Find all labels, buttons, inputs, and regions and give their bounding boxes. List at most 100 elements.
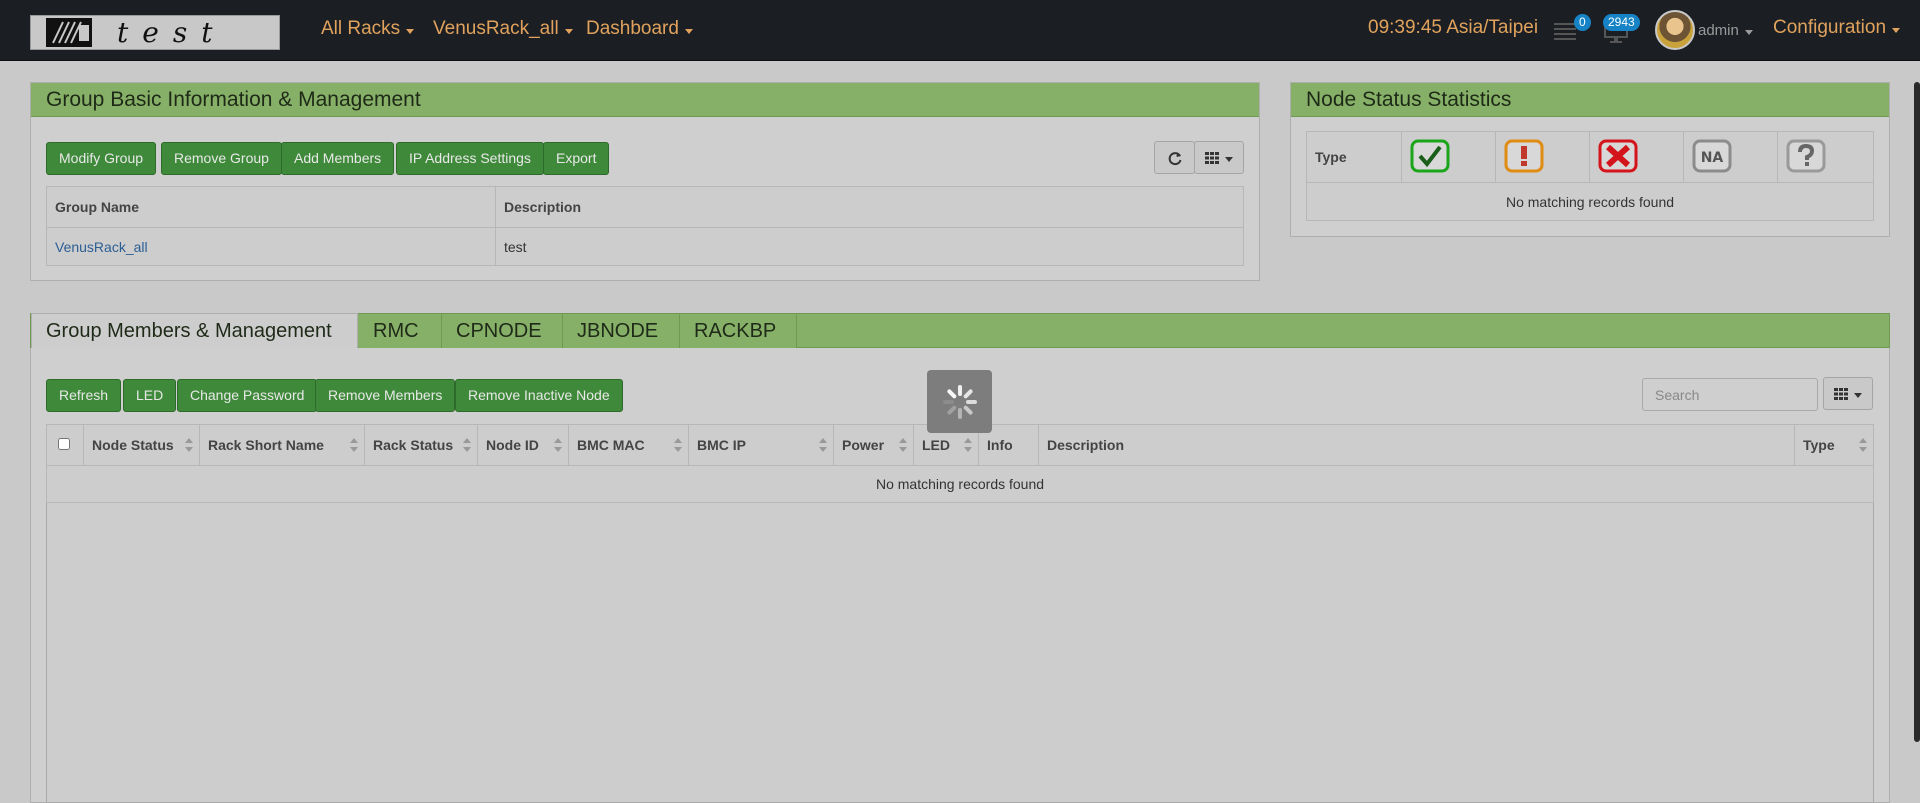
columns-toggle-button[interactable] bbox=[1194, 141, 1244, 174]
nav-dashboard-label: Dashboard bbox=[586, 18, 679, 39]
group-table: Group Name Description VenusRack_all tes… bbox=[46, 186, 1244, 266]
type-label: Type bbox=[1306, 131, 1402, 183]
status-error-cell bbox=[1589, 131, 1684, 183]
sort-icon bbox=[674, 438, 682, 452]
nav-venusrack[interactable]: VenusRack_all bbox=[433, 18, 573, 40]
sort-icon bbox=[185, 438, 193, 452]
members-empty-row: No matching records found bbox=[46, 465, 1874, 503]
members-empty: No matching records found bbox=[46, 465, 1874, 503]
members-columns-toggle-button[interactable] bbox=[1823, 377, 1873, 410]
search-input[interactable] bbox=[1642, 378, 1818, 411]
loading-spinner-icon bbox=[942, 384, 977, 419]
caret-down-icon bbox=[406, 28, 415, 34]
grid-icon bbox=[1205, 151, 1219, 164]
top-navbar: test All Racks VenusRack_all Dashboard 0… bbox=[0, 0, 1920, 61]
sort-icon bbox=[463, 438, 471, 452]
column-description: Description bbox=[495, 186, 1244, 228]
na-text: NA bbox=[1701, 150, 1724, 166]
caret-down-icon bbox=[1854, 393, 1862, 398]
column-type-label: Type bbox=[1803, 437, 1835, 453]
ok-status-icon bbox=[1410, 139, 1450, 172]
led-button[interactable]: LED bbox=[123, 379, 177, 412]
change-password-button[interactable]: Change Password bbox=[177, 379, 318, 412]
loading-spinner bbox=[927, 370, 992, 433]
nav-all-racks[interactable]: All Racks bbox=[321, 18, 415, 40]
node-status-empty-row: No matching records found bbox=[1306, 182, 1874, 221]
sort-icon bbox=[819, 438, 827, 452]
sort-icon bbox=[554, 438, 562, 452]
select-all-checkbox[interactable] bbox=[58, 438, 70, 450]
column-description: Description bbox=[1038, 424, 1795, 466]
remove-inactive-node-button[interactable]: Remove Inactive Node bbox=[455, 379, 623, 412]
members-filler-row bbox=[47, 503, 1874, 803]
column-rack-short-name[interactable]: Rack Short Name bbox=[199, 424, 365, 466]
column-node-status[interactable]: Node Status bbox=[83, 424, 200, 466]
unknown-status-icon bbox=[1786, 139, 1826, 172]
column-power[interactable]: Power bbox=[833, 424, 914, 466]
sort-icon bbox=[899, 438, 907, 452]
sort-icon bbox=[964, 438, 972, 452]
export-button[interactable]: Export bbox=[543, 142, 610, 175]
tab-rmc[interactable]: RMC bbox=[359, 314, 442, 348]
column-bmc-ip-label: BMC IP bbox=[697, 437, 746, 453]
na-status-icon: NA bbox=[1692, 139, 1732, 172]
tab-rackbp[interactable]: RACKBP bbox=[680, 314, 797, 348]
modify-group-button[interactable]: Modify Group bbox=[46, 142, 157, 175]
brand-logo[interactable]: test bbox=[30, 15, 280, 50]
status-na-cell: NA bbox=[1683, 131, 1778, 183]
tab-group-members[interactable]: Group Members & Management bbox=[31, 313, 358, 348]
column-rack-status[interactable]: Rack Status bbox=[364, 424, 478, 466]
status-icons-row: Type NA bbox=[1306, 131, 1874, 183]
add-members-button[interactable]: Add Members bbox=[281, 142, 395, 175]
refresh-table-button[interactable] bbox=[1154, 141, 1195, 174]
user-menu[interactable]: admin bbox=[1698, 22, 1753, 39]
nav-all-racks-label: All Racks bbox=[321, 18, 401, 39]
user-avatar[interactable] bbox=[1655, 10, 1695, 50]
table-header-row: Group Name Description bbox=[46, 186, 1244, 228]
user-name: admin bbox=[1698, 22, 1739, 39]
logo-mark-icon bbox=[46, 18, 92, 47]
error-status-icon bbox=[1598, 139, 1638, 172]
group-info-title: Group Basic Information & Management bbox=[31, 83, 1259, 117]
configuration-menu[interactable]: Configuration bbox=[1773, 17, 1901, 39]
sort-icon bbox=[350, 438, 358, 452]
node-status-empty: No matching records found bbox=[1306, 182, 1874, 221]
column-type[interactable]: Type bbox=[1794, 424, 1874, 466]
column-rack-status-label: Rack Status bbox=[373, 437, 454, 453]
column-bmc-mac-label: BMC MAC bbox=[577, 437, 645, 453]
ip-address-settings-button[interactable]: IP Address Settings bbox=[396, 142, 544, 175]
remove-members-button[interactable]: Remove Members bbox=[315, 379, 456, 412]
column-led-label: LED bbox=[922, 437, 950, 453]
nav-venusrack-label: VenusRack_all bbox=[433, 18, 559, 39]
group-description-cell: test bbox=[495, 227, 1244, 266]
column-node-id[interactable]: Node ID bbox=[477, 424, 569, 466]
node-status-table: Type NA No matching records found bbox=[1306, 131, 1874, 221]
table-row: VenusRack_all test bbox=[46, 227, 1244, 266]
tab-jbnode[interactable]: JBNODE bbox=[563, 314, 680, 348]
members-tabbar: Group Members & Management RMC CPNODE JB… bbox=[30, 313, 1890, 348]
caret-down-icon bbox=[1744, 30, 1753, 35]
tab-cpnode[interactable]: CPNODE bbox=[442, 314, 563, 348]
refresh-icon bbox=[1168, 151, 1181, 165]
remove-group-button[interactable]: Remove Group bbox=[161, 142, 282, 175]
configuration-label: Configuration bbox=[1773, 17, 1887, 38]
select-all-cell bbox=[46, 424, 84, 466]
warning-status-icon bbox=[1504, 139, 1544, 172]
column-bmc-ip[interactable]: BMC IP bbox=[688, 424, 834, 466]
column-group-name: Group Name bbox=[46, 186, 496, 228]
column-node-status-label: Node Status bbox=[92, 437, 174, 453]
caret-down-icon bbox=[564, 28, 573, 34]
refresh-button[interactable]: Refresh bbox=[46, 379, 122, 412]
caret-down-icon bbox=[1892, 27, 1901, 33]
notifications-badge: 0 bbox=[1574, 14, 1591, 31]
page-scrollbar[interactable] bbox=[1914, 82, 1920, 742]
column-bmc-mac[interactable]: BMC MAC bbox=[568, 424, 689, 466]
group-name-link[interactable]: VenusRack_all bbox=[55, 239, 148, 255]
alerts-badge: 2943 bbox=[1603, 14, 1640, 31]
column-power-label: Power bbox=[842, 437, 885, 453]
status-warning-cell bbox=[1495, 131, 1590, 183]
node-status-title: Node Status Statistics bbox=[1291, 83, 1889, 117]
members-table: Node Status Rack Short Name Rack Status … bbox=[46, 424, 1874, 803]
nav-dashboard[interactable]: Dashboard bbox=[586, 18, 693, 40]
clock-display: 09:39:45 Asia/Taipei bbox=[1368, 17, 1539, 38]
